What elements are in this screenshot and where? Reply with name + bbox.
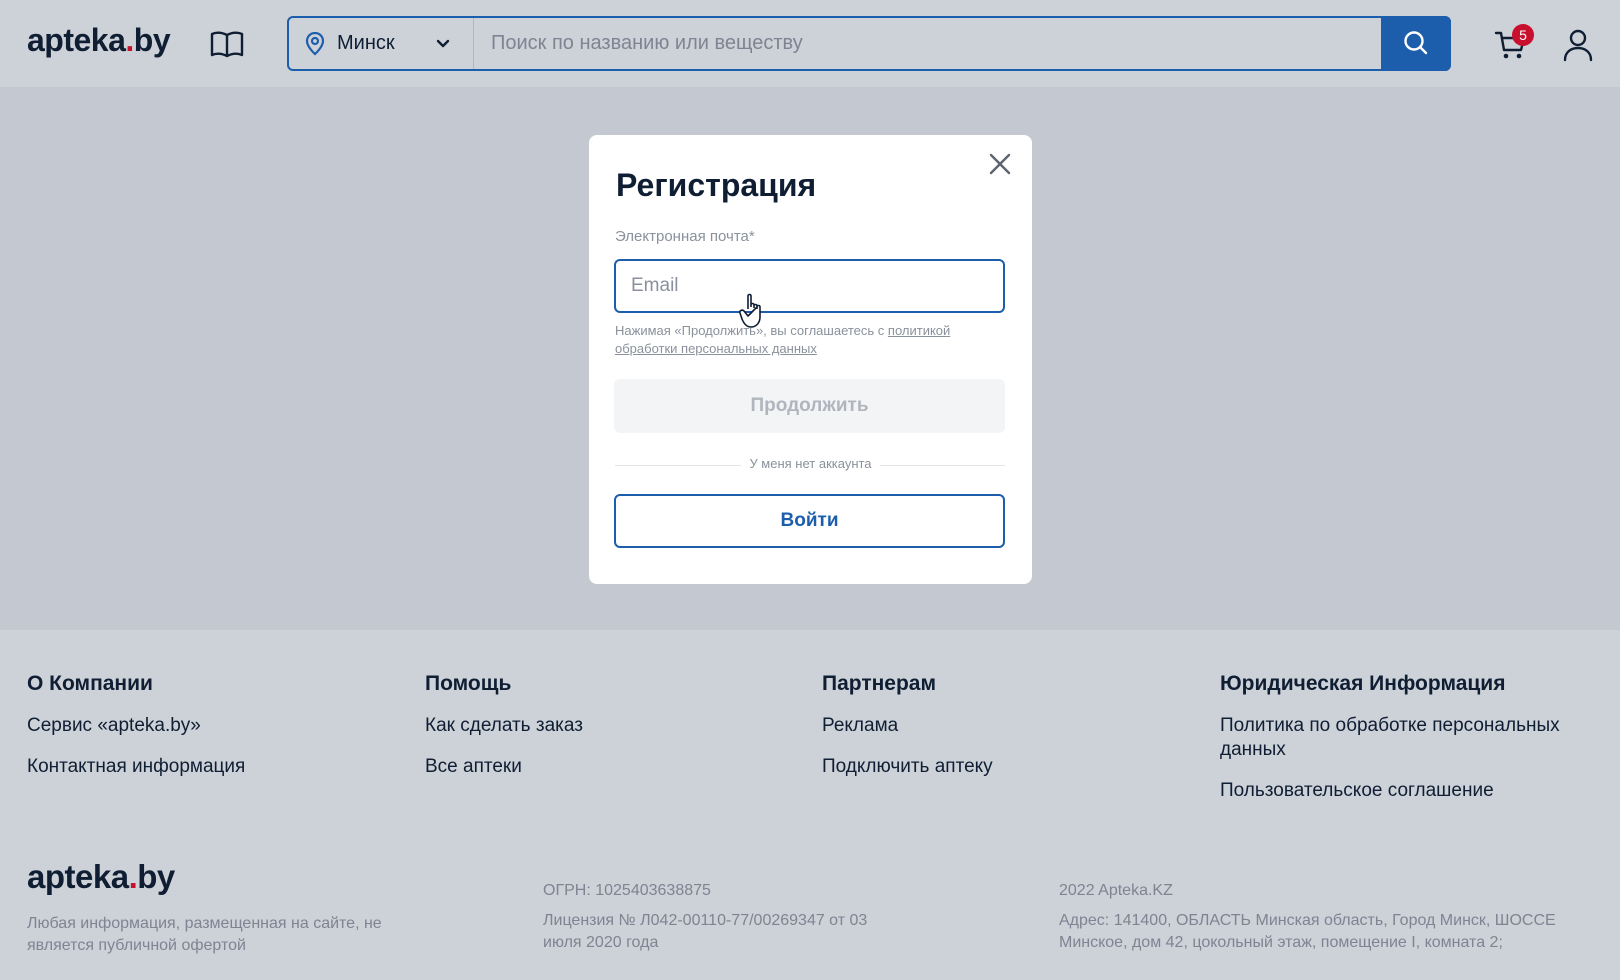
login-button[interactable]: Войти <box>614 494 1005 548</box>
search-input[interactable] <box>475 18 1375 69</box>
cart-count-badge: 5 <box>1512 24 1534 46</box>
location-pin-icon <box>305 32 325 56</box>
search-icon <box>1404 31 1428 55</box>
logo-text: apteka <box>27 22 126 58</box>
footer-column-title: О Компании <box>27 672 153 695</box>
logo-dot: . <box>128 858 138 895</box>
footer-link-connect-pharmacy[interactable]: Подключить аптеку <box>822 755 1202 779</box>
agreement-prefix: Нажимая «Продолжить», вы соглашаетесь с <box>615 323 888 338</box>
footer-column-company: О Компании Сервис «apteka.by» Контактная… <box>27 672 407 796</box>
footer-ogrn: ОГРН: 1025403638875 <box>543 882 711 899</box>
footer-link-service[interactable]: Сервис «apteka.by» <box>27 714 407 738</box>
book-icon[interactable] <box>210 30 244 58</box>
logo-dot: . <box>125 22 134 58</box>
logo-tail: by <box>133 22 171 58</box>
site-logo[interactable]: apteka.by <box>27 22 171 59</box>
logo-text: apteka <box>27 858 129 895</box>
footer-column-title: Помощь <box>425 672 512 695</box>
footer-address: Адрес: 141400, ОБЛАСТЬ Минская область, … <box>1059 912 1556 951</box>
divider-label: У меня нет аккаунта <box>741 456 880 471</box>
agreement-text: Нажимая «Продолжить», вы соглашаетесь с … <box>615 322 995 358</box>
footer-link-all-pharmacies[interactable]: Все аптеки <box>425 755 805 779</box>
footer-disclaimer: Любая информация, размещенная на сайте, … <box>27 915 382 954</box>
logo-tail: by <box>137 858 175 895</box>
registration-modal: Регистрация Электронная почта* Нажимая «… <box>589 135 1032 584</box>
search-bar: Минск <box>287 16 1451 71</box>
email-label: Электронная почта* <box>615 228 755 245</box>
footer-license: Лицензия № Л042-00110-77/00269347 от 03 … <box>543 912 868 951</box>
search-button[interactable] <box>1381 16 1451 71</box>
footer-logo[interactable]: apteka.by <box>27 858 175 896</box>
footer-copyright: 2022 Apteka.KZ <box>1059 882 1173 899</box>
footer-column-partners: Партнерам Реклама Подключить аптеку <box>822 672 1202 796</box>
modal-title: Регистрация <box>616 167 817 203</box>
city-selector[interactable]: Минск <box>289 18 474 69</box>
close-icon[interactable] <box>988 152 1012 176</box>
footer-link-how-to-order[interactable]: Как сделать заказ <box>425 714 805 738</box>
footer-column-legal: Юридическая Информация Политика по обраб… <box>1220 672 1600 820</box>
site-footer: О Компании Сервис «apteka.by» Контактная… <box>0 630 1620 980</box>
footer-column-title: Партнерам <box>822 672 937 695</box>
chevron-down-icon <box>436 39 450 48</box>
email-field[interactable] <box>614 259 1005 313</box>
footer-link-contacts[interactable]: Контактная информация <box>27 755 407 779</box>
footer-link-advertising[interactable]: Реклама <box>822 714 1202 738</box>
footer-column-help: Помощь Как сделать заказ Все аптеки <box>425 672 805 796</box>
no-account-divider: У меня нет аккаунта <box>589 456 1032 471</box>
continue-button[interactable]: Продолжить <box>614 379 1005 433</box>
user-icon[interactable] <box>1562 28 1594 62</box>
footer-link-privacy-policy[interactable]: Политика по обработке персональных данны… <box>1220 714 1600 762</box>
footer-link-user-agreement[interactable]: Пользовательское соглашение <box>1220 779 1600 803</box>
site-header: apteka.by Минск 5 <box>0 0 1620 87</box>
footer-column-title: Юридическая Информация <box>1220 672 1506 695</box>
city-label: Минск <box>337 32 395 54</box>
